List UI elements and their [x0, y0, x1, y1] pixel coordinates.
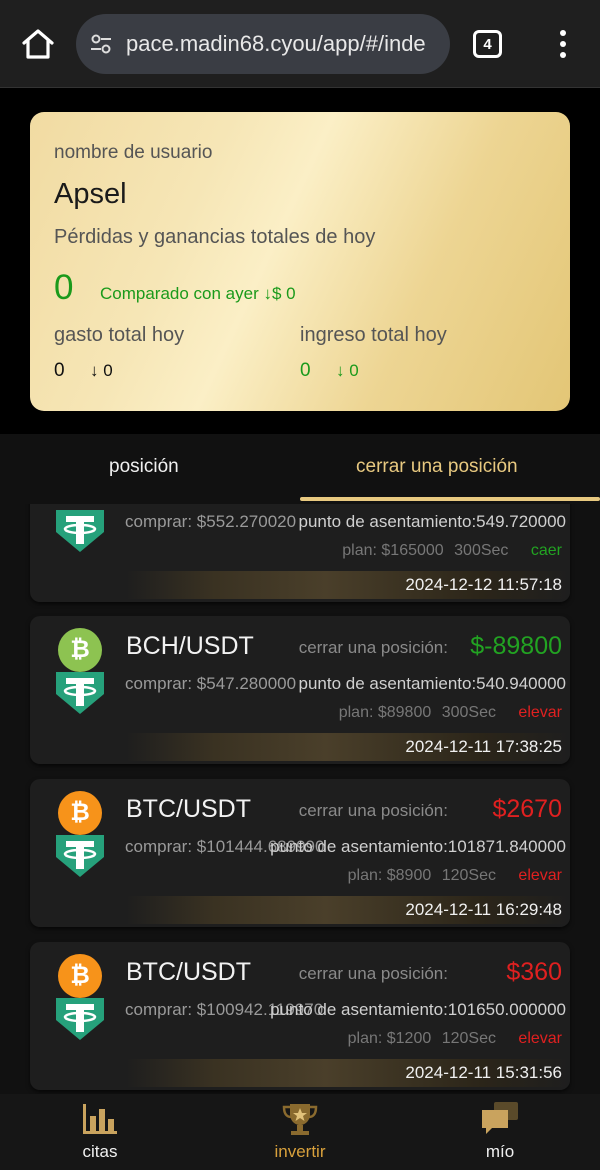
income-change: ↓ 0 [336, 361, 359, 380]
plan-duration: 120Sec [441, 1030, 496, 1047]
tether-icon [56, 835, 104, 877]
site-settings-icon[interactable] [88, 31, 114, 57]
nav-citas-label: citas [82, 1142, 118, 1161]
tether-icon [56, 510, 104, 552]
close-label: cerrar una posición: [298, 964, 448, 983]
buy-price: comprar: $552.270020 [125, 512, 297, 531]
buy-price: comprar: $547.280000 [125, 674, 297, 693]
order-card[interactable]: ₿ BTC/USDT cerrar una posición: $2670 co… [30, 779, 570, 927]
plan-info: plan: $165000 300Sec caer [336, 542, 562, 560]
plan-info: plan: $8900 120Sec elevar [342, 867, 562, 885]
settle-price: punto de asentamiento:540.940000 [298, 674, 566, 693]
order-time: 2024-12-12 11:57:18 [405, 575, 562, 594]
tab-switcher-button[interactable]: 4 [473, 30, 502, 58]
active-tab-indicator [300, 497, 600, 501]
more-menu-icon[interactable] [552, 28, 574, 60]
trading-pair: BCH/USDT [126, 632, 254, 660]
bottom-nav: citas invertir mío [0, 1094, 600, 1170]
home-icon[interactable] [20, 26, 56, 62]
income-value: 0 [300, 360, 311, 381]
plan-duration: 300Sec [441, 704, 496, 721]
account-summary-card: nombre de usuario Apsel Pérdidas y ganan… [30, 112, 570, 411]
plan-amount: plan: $89800 [338, 704, 432, 721]
order-card[interactable]: ₿ BCH/USDT cerrar una posición: $-89800 … [30, 616, 570, 764]
chat-bubbles-icon [482, 1102, 518, 1134]
tab-position[interactable]: posición [109, 456, 179, 478]
username: Apsel [54, 178, 127, 210]
plan-info: plan: $1200 120Sec elevar [342, 1030, 562, 1048]
order-card[interactable]: ₿ BTC/USDT cerrar una posición: $360 com… [30, 942, 570, 1090]
bar-chart-icon [83, 1104, 117, 1134]
plan-amount: plan: $8900 [347, 867, 432, 884]
tab-close-position[interactable]: cerrar una posición [356, 456, 518, 478]
spend-label: gasto total hoy [54, 324, 185, 346]
settle-price: punto de asentamiento:549.720000 [298, 512, 566, 531]
close-label: cerrar una posición: [298, 801, 448, 820]
nav-invertir-label: invertir [274, 1142, 326, 1161]
username-label: nombre de usuario [54, 142, 213, 163]
plan-duration: 120Sec [441, 867, 496, 884]
income-label: ingreso total hoy [300, 324, 447, 346]
order-time: 2024-12-11 15:31:56 [405, 1063, 562, 1082]
order-time: 2024-12-11 17:38:25 [405, 737, 562, 756]
compare-text: Comparado con ayer ↓$ 0 [100, 284, 296, 303]
tether-icon [56, 998, 104, 1040]
pl-value: 0 [54, 268, 74, 307]
direction-label: elevar [518, 867, 562, 884]
direction-label: elevar [518, 704, 562, 721]
spend-value: 0 [54, 360, 65, 381]
nav-mio[interactable]: mío [440, 1100, 560, 1162]
order-time: 2024-12-11 16:29:48 [405, 900, 562, 919]
direction-label: elevar [518, 1030, 562, 1047]
pl-label: Pérdidas y ganancias totales de hoy [54, 226, 376, 248]
nav-invertir[interactable]: invertir [240, 1100, 360, 1162]
direction-label: caer [530, 542, 562, 559]
tether-icon [56, 672, 104, 714]
settle-price: punto de asentamiento:101650.000000 [270, 1000, 566, 1019]
address-bar[interactable]: pace.madin68.cyou/app/#/inde [76, 14, 450, 74]
plan-amount: plan: $1200 [347, 1030, 432, 1047]
settle-price: punto de asentamiento:101871.840000 [270, 837, 566, 856]
trophy-icon [282, 1104, 318, 1135]
nav-mio-label: mío [485, 1142, 515, 1161]
order-tabs: posición cerrar una posición [0, 434, 600, 504]
spend-change: ↓ 0 [90, 361, 113, 380]
url-text: pace.madin68.cyou/app/#/inde [126, 31, 426, 56]
plan-duration: 300Sec [454, 542, 509, 559]
orders-panel[interactable]: posición cerrar una posición comprar: $5… [0, 434, 600, 1094]
trading-pair: BTC/USDT [126, 795, 251, 823]
plan-info: plan: $89800 300Sec elevar [333, 704, 562, 722]
plan-amount: plan: $165000 [342, 542, 444, 559]
close-label: cerrar una posición: [298, 638, 448, 657]
close-value: $-89800 [470, 632, 562, 660]
browser-toolbar: pace.madin68.cyou/app/#/inde 4 [0, 0, 600, 88]
close-value: $2670 [492, 795, 562, 823]
close-value: $360 [506, 958, 562, 986]
nav-citas[interactable]: citas [40, 1100, 160, 1162]
trading-pair: BTC/USDT [126, 958, 251, 986]
